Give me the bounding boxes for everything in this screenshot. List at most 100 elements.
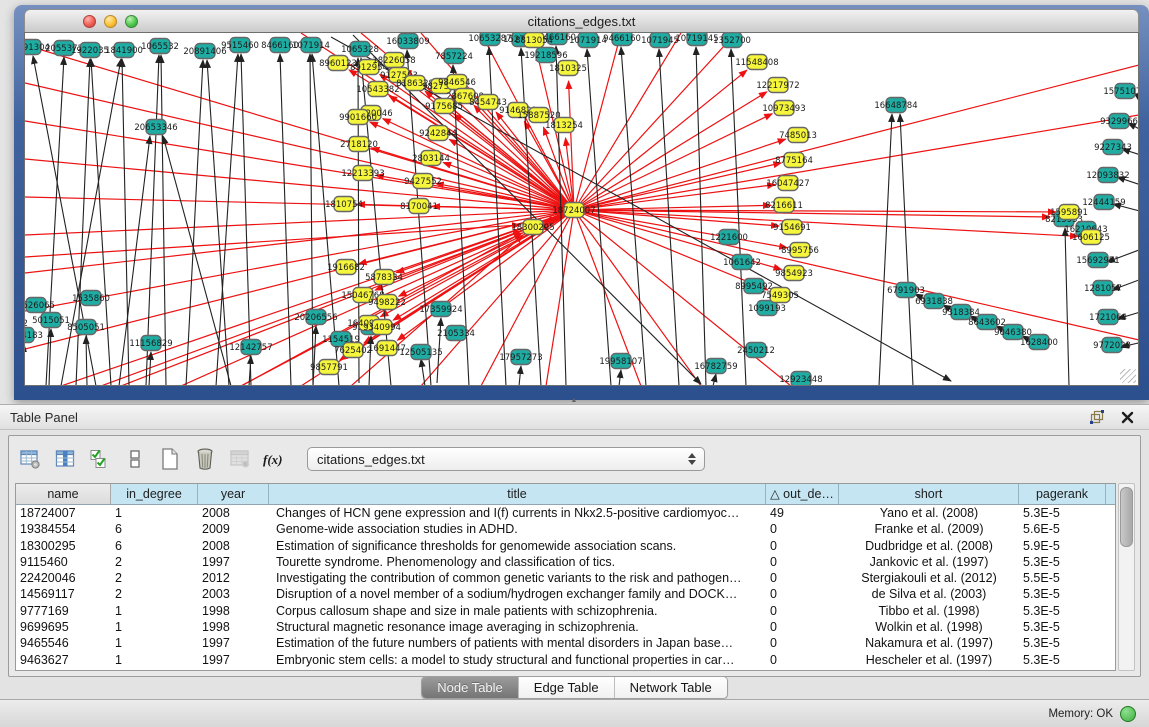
cell-title[interactable]: Embryonic stem cells: a model to study s… [269,652,766,668]
cell-out_degree[interactable]: 0 [766,652,839,668]
delete-column-icon[interactable] [192,446,218,472]
graph-node[interactable]: 6791903 [887,283,925,298]
graph-node[interactable]: 9515460 [221,38,259,53]
graph-node[interactable]: 11548408 [735,55,778,70]
cell-in_degree[interactable]: 6 [111,521,198,537]
table-row[interactable]: 1830029562008Estimation of significance … [16,538,1115,554]
table-row[interactable]: 1456911722003Disruption of a novel membe… [16,586,1115,602]
network-canvas[interactable]: 1891304205537219220351841900106553220891… [24,32,1139,386]
graph-node[interactable]: 1352700 [713,33,751,48]
select-all-icon[interactable] [87,446,113,472]
graph-node[interactable]: 2803144 [412,151,450,166]
graph-node[interactable]: 7857224 [435,49,473,64]
graph-node[interactable]: 15692951 [1076,253,1119,268]
cell-short[interactable]: Jankovic et al. (1997) [839,554,1019,570]
cell-short[interactable]: Wolkin et al. (1998) [839,619,1019,635]
table-row[interactable]: 946554611997Estimation of the future num… [16,635,1115,651]
cell-pagerank[interactable]: 5.5E-5 [1019,570,1106,586]
graph-node[interactable]: 1841900 [105,43,143,58]
graph-node[interactable]: 2718120 [340,137,378,152]
graph-node[interactable]: 1061642 [723,255,761,270]
column-header-pagerank[interactable]: pagerank [1019,484,1106,504]
column-header-in_degree[interactable]: in_degree [111,484,198,504]
cell-out_degree[interactable]: 0 [766,619,839,635]
tab-network-table[interactable]: Network Table [614,677,727,698]
cell-name[interactable]: 9699695 [16,619,111,635]
cell-year[interactable]: 2008 [198,538,269,554]
column-header-short[interactable]: short [839,484,1019,504]
cell-pagerank[interactable]: 5.3E-5 [1019,586,1106,602]
cell-pagerank[interactable]: 5.3E-5 [1019,505,1106,521]
cell-out_degree[interactable]: 49 [766,505,839,521]
cell-name[interactable]: 22420046 [16,570,111,586]
graph-node[interactable]: 12217972 [756,78,799,93]
new-column-icon[interactable] [157,446,183,472]
tab-node-table[interactable]: Node Table [422,677,518,698]
cell-name[interactable]: 9777169 [16,603,111,619]
graph-node[interactable]: 1916682 [327,260,365,275]
memory-status-icon[interactable] [1120,706,1136,722]
cell-out_degree[interactable]: 0 [766,635,839,651]
table-row[interactable]: 911546021997Tourette syndrome. Phenomeno… [16,554,1115,570]
cell-pagerank[interactable]: 5.3E-5 [1019,635,1106,651]
graph-node[interactable]: 9857791 [310,360,348,375]
cell-year[interactable]: 1997 [198,635,269,651]
cell-out_degree[interactable]: 0 [766,603,839,619]
graph-node[interactable]: 1071914 [569,33,607,48]
graph-node[interactable]: 9427552 [404,174,442,189]
cell-out_degree[interactable]: 0 [766,586,839,602]
scrollbar-thumb[interactable] [1120,487,1133,547]
graph-node[interactable]: 9854923 [775,266,813,281]
table-row[interactable]: 969969511998Structural magnetic resonanc… [16,619,1115,635]
citation-network-graph[interactable]: 1891304205537219220351841900106553220891… [25,33,1139,386]
graph-node[interactable]: 7485013 [779,128,817,143]
graph-node[interactable]: 1810325 [549,61,587,76]
graph-node[interactable]: 19958107 [599,354,642,369]
cell-year[interactable]: 1997 [198,554,269,570]
cell-year[interactable]: 2003 [198,586,269,602]
tab-edge-table[interactable]: Edge Table [518,677,614,698]
cell-pagerank[interactable]: 5.3E-5 [1019,603,1106,619]
cell-in_degree[interactable]: 6 [111,538,198,554]
table-row[interactable]: 977716911998Corpus callosum shape and si… [16,603,1115,619]
column-header-year[interactable]: year [198,484,269,504]
cell-title[interactable]: Estimation of significance thresholds fo… [269,538,766,554]
graph-node[interactable]: 16648784 [874,98,917,113]
graph-node[interactable]: 11156829 [129,336,172,351]
cell-year[interactable]: 2009 [198,521,269,537]
graph-node[interactable]: 1221600 [710,230,748,245]
graph-node[interactable]: 2450212 [737,343,775,358]
network-window-titlebar[interactable]: citations_edges.txt [24,9,1139,34]
table-selector-dropdown[interactable]: citations_edges.txt [307,447,705,471]
graph-node[interactable]: 1281057 [1084,281,1122,296]
cell-name[interactable]: 9465546 [16,635,111,651]
cell-title[interactable]: Disruption of a novel member of a sodium… [269,586,766,602]
cell-name[interactable]: 18300295 [16,538,111,554]
cell-short[interactable]: de Silva et al. (2003) [839,586,1019,602]
column-header-out_degree[interactable]: △ out_de… [766,484,839,504]
cell-year[interactable]: 1998 [198,603,269,619]
cell-title[interactable]: Structural magnetic resonance image aver… [269,619,766,635]
clear-selection-icon[interactable] [122,446,148,472]
cell-title[interactable]: Changes of HCN gene expression and I(f) … [269,505,766,521]
cell-pagerank[interactable]: 5.9E-5 [1019,538,1106,554]
zoom-window-button[interactable] [125,15,138,28]
cell-name[interactable]: 18724007 [16,505,111,521]
graph-node[interactable]: 20653346 [134,120,177,135]
cell-in_degree[interactable]: 1 [111,505,198,521]
graph-node[interactable]: 15751074 [1103,84,1139,99]
graph-node[interactable]: 8775164 [775,153,813,168]
cell-in_degree[interactable]: 2 [111,554,198,570]
cell-year[interactable]: 1997 [198,652,269,668]
graph-node[interactable]: 5015051 [32,313,70,328]
graph-node[interactable]: 1065532 [141,39,179,54]
cell-short[interactable]: Nakamura et al. (1997) [839,635,1019,651]
table-row[interactable]: 1938455462009Genome-wide association stu… [16,521,1115,537]
table-row[interactable]: 2242004622012Investigating the contribut… [16,570,1115,586]
cell-title[interactable]: Investigating the contribution of common… [269,570,766,586]
cell-year[interactable]: 2012 [198,570,269,586]
graph-node[interactable]: 1071914 [292,38,330,53]
graph-node[interactable]: 16782759 [694,359,737,374]
table-row[interactable]: 946362711997Embryonic stem cells: a mode… [16,652,1115,668]
cell-out_degree[interactable]: 0 [766,554,839,570]
